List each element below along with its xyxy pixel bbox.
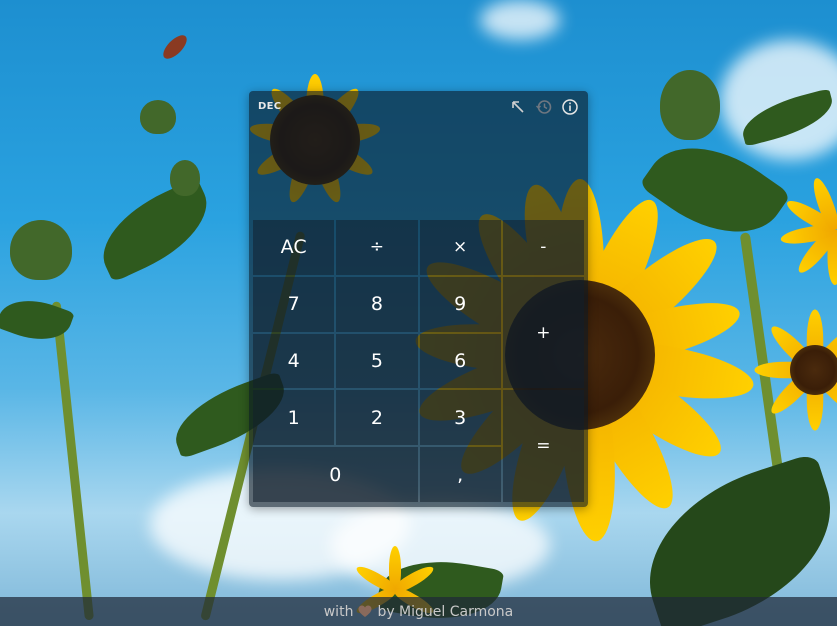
result-display <box>257 125 580 215</box>
clear-button[interactable]: AC <box>253 220 335 275</box>
insect <box>159 31 191 63</box>
calculator-window: DEC AC ÷ × - 7 8 9 + 4 5 6 1 2 3 = 0 , <box>249 91 588 507</box>
digit-4-button[interactable]: 4 <box>253 333 335 389</box>
multiply-button[interactable]: × <box>419 220 501 275</box>
digit-0-button[interactable]: 0 <box>253 447 418 502</box>
digit-9-button[interactable]: 9 <box>419 276 501 332</box>
decimal-separator-button[interactable]: , <box>419 447 501 502</box>
digit-6-button[interactable]: 6 <box>419 333 501 389</box>
digit-5-button[interactable]: 5 <box>336 333 418 389</box>
digit-8-button[interactable]: 8 <box>336 276 418 332</box>
heart-icon <box>358 605 372 617</box>
digit-2-button[interactable]: 2 <box>336 390 418 446</box>
credit-author[interactable]: by Miguel Carmona <box>377 604 513 620</box>
calculator-toolbar <box>508 97 580 117</box>
collapse-arrow-icon[interactable] <box>508 97 528 117</box>
credit-prefix: with <box>323 603 354 620</box>
history-icon[interactable] <box>534 97 554 117</box>
credit-bar: with by Miguel Carmona <box>0 597 837 626</box>
digit-7-button[interactable]: 7 <box>253 276 335 332</box>
plus-button[interactable]: + <box>502 276 584 389</box>
keypad: AC ÷ × - 7 8 9 + 4 5 6 1 2 3 = 0 , <box>253 220 584 502</box>
equals-button[interactable]: = <box>502 390 584 502</box>
digit-3-button[interactable]: 3 <box>419 390 501 446</box>
number-mode-label[interactable]: DEC <box>258 101 281 112</box>
minus-button[interactable]: - <box>502 220 584 275</box>
divide-button[interactable]: ÷ <box>336 220 418 275</box>
digit-1-button[interactable]: 1 <box>253 390 335 446</box>
info-icon[interactable] <box>560 97 580 117</box>
